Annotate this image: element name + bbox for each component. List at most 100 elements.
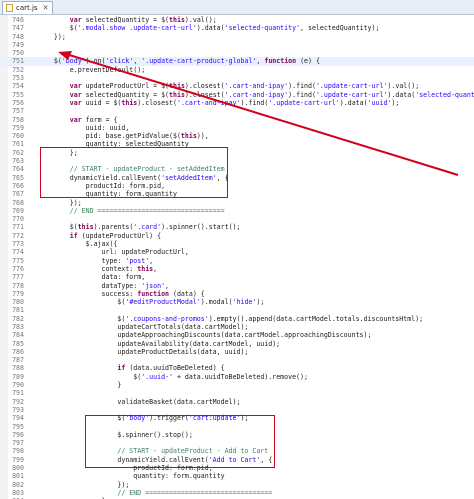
- code-line[interactable]: 781: [0, 306, 474, 314]
- code-line[interactable]: 784 updateApproachingDiscounts(data.cart…: [0, 331, 474, 339]
- code-text: dataType: 'json',: [38, 281, 170, 290]
- code-line[interactable]: 754 var updateProductUrl = $(this).close…: [0, 82, 474, 90]
- line-number: 749: [12, 40, 24, 49]
- code-token: uuid: uuid,: [38, 123, 130, 132]
- code-line[interactable]: 770: [0, 215, 474, 223]
- code-line[interactable]: 746 var selectedQuantity = $(this).val()…: [0, 16, 474, 24]
- code-token: $(: [38, 372, 142, 381]
- code-text: }: [38, 381, 121, 389]
- code-token: );: [391, 98, 400, 107]
- code-line[interactable]: 751 $('body').on('click', '.update-cart-…: [0, 57, 474, 66]
- line-number: 752: [12, 65, 24, 74]
- code-line[interactable]: 752 e.preventDefault();: [0, 66, 474, 74]
- keyword-token: var: [69, 98, 82, 107]
- code-line[interactable]: 753: [0, 74, 474, 82]
- code-line[interactable]: 783 updateCartTotals(data.cartModel);: [0, 323, 474, 331]
- code-line[interactable]: 758 var form = {: [0, 116, 474, 124]
- code-token: ).find(: [288, 90, 316, 99]
- string-token: '.card': [133, 223, 162, 232]
- line-number: 770: [12, 215, 24, 224]
- code-line[interactable]: 789 $('.uuid-' + data.uuidToBeDeleted).r…: [0, 373, 474, 381]
- string-token: 'body': [61, 57, 86, 66]
- code-line[interactable]: 792 validateBasket(data.cartModel);: [0, 398, 474, 406]
- line-number: 783: [12, 322, 24, 331]
- code-line[interactable]: 775 type: 'post',: [0, 257, 474, 265]
- code-line[interactable]: 772 if (updateProductUrl) {: [0, 232, 474, 240]
- code-token: $(: [38, 314, 126, 323]
- code-line[interactable]: 759 uuid: uuid,: [0, 124, 474, 132]
- string-token: '.cart-and-ipay': [224, 90, 289, 99]
- line-number: 757: [12, 107, 24, 116]
- code-line[interactable]: 768 });: [0, 199, 474, 207]
- code-token: (e) {: [296, 57, 320, 66]
- code-line[interactable]: 787: [0, 356, 474, 364]
- keyword-token: var: [69, 16, 82, 24]
- code-line[interactable]: 756 var uuid = $(this).closest('.cart-an…: [0, 99, 474, 107]
- code-line[interactable]: 748 });: [0, 33, 474, 41]
- line-number: 746: [12, 16, 24, 24]
- code-line[interactable]: 778 dataType: 'json',: [0, 282, 474, 290]
- tab-cart-js[interactable]: cart.js ✕: [2, 1, 54, 14]
- line-number: 772: [12, 231, 24, 240]
- code-text: if (updateProductUrl) {: [38, 232, 161, 240]
- code-text: success: function (data) {: [38, 290, 205, 298]
- code-text: url: updateProductUrl,: [38, 248, 189, 256]
- string-token: '#editProductModal': [125, 298, 201, 307]
- code-line[interactable]: 793: [0, 406, 474, 414]
- code-line[interactable]: 750: [0, 49, 474, 57]
- code-token: ,: [153, 264, 158, 273]
- code-line[interactable]: 777 data: form,: [0, 273, 474, 281]
- code-token: (data.uuidToBeDeleted) {: [125, 364, 225, 373]
- code-line[interactable]: 785 updateAvailability(data.cartModel, u…: [0, 340, 474, 348]
- line-number: 780: [12, 298, 24, 307]
- code-line[interactable]: 803 // END =============================…: [0, 489, 474, 497]
- code-text: updateApproachingDiscounts(data.cartMode…: [38, 331, 371, 339]
- code-line[interactable]: 782 $('.coupons-and-promos').empty().app…: [0, 315, 474, 323]
- keyword-token: this: [180, 132, 197, 141]
- code-token: ,: [165, 281, 170, 290]
- line-number: 753: [12, 74, 24, 83]
- close-icon[interactable]: ✕: [43, 2, 49, 14]
- code-text: updateProductDetails(data, uuid);: [38, 348, 248, 356]
- line-number: 766: [12, 181, 24, 190]
- line-number: 801: [12, 472, 24, 481]
- line-number: 788: [12, 364, 24, 373]
- line-number: 802: [12, 480, 24, 489]
- code-token: ).closest(: [184, 90, 225, 99]
- code-line[interactable]: 771 $(this).parents('.card').spinner().s…: [0, 223, 474, 231]
- code-line[interactable]: 780 $('#editProductModal').modal('hide')…: [0, 298, 474, 306]
- code-line[interactable]: 760 pid: base.getPidValue($(this)),: [0, 132, 474, 140]
- code-token: ).data(: [387, 90, 416, 99]
- code-line[interactable]: 788 if (data.uuidToBeDeleted) {: [0, 364, 474, 372]
- javascript-file-icon: [6, 4, 13, 12]
- code-line[interactable]: 801 quantity: form.quantity: [0, 472, 474, 480]
- code-token: $(: [38, 24, 78, 33]
- code-token: )),: [196, 132, 209, 141]
- code-token: ).data(: [196, 24, 225, 33]
- code-token: updateProductDetails(data, uuid);: [38, 347, 249, 356]
- code-line[interactable]: 779 success: function (data) {: [0, 290, 474, 298]
- line-number: 756: [12, 98, 24, 107]
- code-line[interactable]: 769 // END =============================…: [0, 207, 474, 215]
- code-token: ).find(: [288, 82, 316, 91]
- code-line[interactable]: 749: [0, 41, 474, 49]
- code-text: updateAvailability(data.cartModel, uuid)…: [38, 340, 280, 348]
- code-line[interactable]: 755 var selectedQuantity = $(this).close…: [0, 91, 474, 99]
- line-number: 790: [12, 381, 24, 390]
- code-text: if (data.uuidToBeDeleted) {: [38, 364, 225, 373]
- code-line[interactable]: 774 url: updateProductUrl,: [0, 248, 474, 256]
- code-token: selectedQuantity = $(: [81, 90, 170, 99]
- code-line[interactable]: 747 $('.modal.show .update-cart-url').da…: [0, 24, 474, 32]
- code-line[interactable]: 791: [0, 389, 474, 397]
- line-number: 786: [12, 347, 24, 356]
- code-line[interactable]: 776 context: this,: [0, 265, 474, 273]
- code-line[interactable]: 802 });: [0, 481, 474, 489]
- code-editor[interactable]: 746 var selectedQuantity = $(this).val()…: [0, 15, 474, 499]
- code-token: dataType:: [38, 281, 142, 290]
- code-line[interactable]: 773 $.ajax({: [0, 240, 474, 248]
- code-line[interactable]: 790 }: [0, 381, 474, 389]
- code-line[interactable]: 757: [0, 107, 474, 115]
- line-number: 803: [12, 488, 24, 497]
- code-line[interactable]: 786 updateProductDetails(data, uuid);: [0, 348, 474, 356]
